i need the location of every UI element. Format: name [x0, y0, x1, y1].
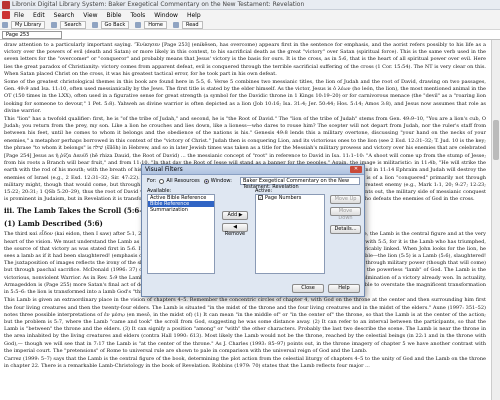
paragraph: Carrez (1999: 5–7) says that the Lamb is…	[4, 355, 486, 370]
search-button[interactable]: Search	[60, 20, 86, 29]
details-button[interactable]: Details...	[330, 225, 361, 234]
menu-search[interactable]: Search	[54, 12, 75, 19]
navigation-bar: Page 253	[0, 30, 500, 40]
list-item-label: Page Numbers	[265, 195, 302, 201]
paragraph: This "lion" has a twofold qualifier: fir…	[4, 116, 486, 151]
list-item[interactable]: Summarization	[148, 207, 214, 213]
window-titlebar: Libronix Digital Library System: Baker E…	[0, 0, 500, 10]
scrollbar-thumb[interactable]	[493, 120, 499, 160]
read-icon	[172, 21, 179, 28]
paragraph: draw attention to a particularly importa…	[4, 42, 486, 77]
back-icon	[91, 21, 98, 28]
window-radio[interactable]	[203, 178, 209, 184]
window-title: Libronix Digital Library System: Baker E…	[12, 1, 305, 8]
window-label: Window:	[210, 178, 232, 184]
active-list[interactable]: ✓ Page Numbers	[255, 194, 325, 274]
all-resources-radio[interactable]	[159, 178, 165, 184]
menu-window[interactable]: Window	[154, 12, 178, 19]
menu-edit[interactable]: Edit	[33, 12, 45, 19]
menu-view[interactable]: View	[83, 12, 97, 19]
home-button[interactable]: Home	[144, 20, 167, 29]
close-button[interactable]: Close	[292, 284, 324, 293]
menu-file[interactable]: File	[14, 12, 24, 19]
read-button[interactable]: Read	[181, 20, 203, 29]
page-numbers-checkbox[interactable]: ✓	[258, 195, 263, 200]
page-location-field[interactable]: Page 253	[2, 30, 62, 39]
help-button[interactable]: Help	[328, 284, 360, 293]
menu-bar: File Edit Search View Bible Tools Window…	[0, 10, 500, 20]
paragraph: Some of the greatest christological them…	[4, 79, 486, 114]
visual-filters-dialog: Visual Filters ✕ For: All Resources Wind…	[141, 164, 365, 297]
library-button[interactable]: My Library	[11, 20, 46, 29]
vertical-scrollbar[interactable]	[491, 40, 500, 400]
menu-help[interactable]: Help	[187, 12, 201, 19]
paragraph: This Lamb is given an extraordinary plac…	[4, 297, 486, 354]
go-back-button[interactable]: Go Back	[100, 20, 130, 29]
available-list[interactable]: Active Bible Reference Bible Reference S…	[147, 194, 215, 274]
move-down-button[interactable]: Move Down	[330, 207, 361, 221]
dialog-title: Visual Filters	[142, 165, 364, 175]
menu-tools[interactable]: Tools	[131, 12, 146, 19]
for-row: For: All Resources Window:	[147, 178, 232, 184]
app-menu-icon[interactable]	[2, 11, 10, 19]
window-select[interactable]: Baker Exegetical Commentary on the New T…	[240, 177, 360, 190]
list-item[interactable]: ✓ Page Numbers	[256, 195, 324, 201]
app-icon	[2, 1, 10, 9]
remove-button[interactable]: ◀ Remove	[222, 223, 248, 237]
move-up-button[interactable]: Move Up	[330, 195, 361, 204]
for-label: For:	[147, 178, 157, 184]
library-icon	[2, 21, 8, 28]
all-resources-label: All Resources	[166, 178, 200, 184]
home-icon	[135, 21, 142, 28]
add-button[interactable]: Add ▶	[222, 211, 248, 220]
close-icon[interactable]: ✕	[350, 166, 362, 173]
search-icon	[51, 21, 58, 28]
menu-bible[interactable]: Bible	[107, 12, 122, 19]
toolbar: My Library Search Go Back Home Read	[0, 20, 500, 30]
